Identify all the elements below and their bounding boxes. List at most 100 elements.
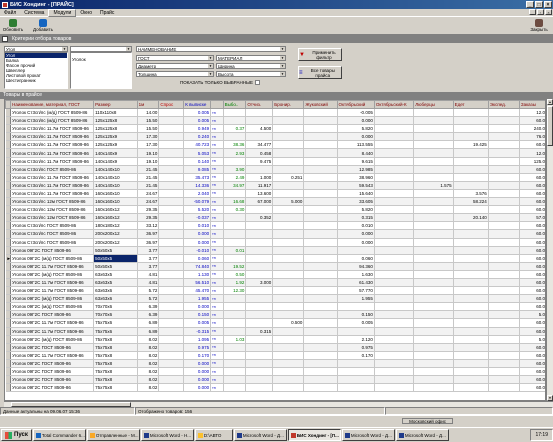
table-cell[interactable]: [374, 165, 415, 174]
table-cell[interactable]: 0.000: [183, 238, 212, 247]
table-cell[interactable]: [488, 318, 520, 328]
table-cell[interactable]: 19.425: [453, 140, 489, 150]
table-cell[interactable]: [158, 116, 185, 126]
table-cell[interactable]: 60.0: [519, 189, 545, 199]
table-cell[interactable]: Уголок 09Г2С (м/д) ГОСТ 8509-86: [10, 335, 95, 344]
table-cell[interactable]: [158, 197, 185, 207]
table-cell[interactable]: 60.0: [519, 197, 545, 207]
table-row[interactable]: Уголок 09Г2С 11.7м ГОСТ 8509-86 63х63х5 4.…: [5, 278, 545, 288]
table-cell[interactable]: 240.0: [519, 124, 545, 134]
table-row[interactable]: Уголок Ст3сп/пс 11.7м ГОСТ 8509-86 125х12…: [5, 124, 545, 134]
table-cell[interactable]: [453, 246, 489, 255]
table-cell[interactable]: -50.079: [183, 197, 212, 207]
table-cell[interactable]: 0.30: [223, 205, 247, 215]
table-cell[interactable]: 60.0: [519, 302, 545, 312]
table-row[interactable]: Уголок Ст3сп/пс 12м ГОСТ 8509-86 160х160х…: [5, 197, 545, 207]
table-cell[interactable]: 60.0: [519, 116, 545, 126]
table-cell[interactable]: 24.67: [137, 197, 160, 207]
table-cell[interactable]: [223, 310, 247, 320]
table-cell[interactable]: [245, 367, 274, 377]
table-cell[interactable]: [272, 310, 305, 320]
col-header[interactable]: Люберцы: [413, 100, 454, 109]
table-cell[interactable]: 3.77: [137, 254, 160, 263]
table-cell[interactable]: [453, 173, 489, 182]
table-cell[interactable]: тн: [210, 327, 224, 336]
table-cell[interactable]: [453, 335, 489, 344]
table-cell[interactable]: 0.315: [337, 213, 375, 223]
table-cell[interactable]: [488, 238, 520, 247]
table-cell[interactable]: [303, 351, 338, 360]
table-cell[interactable]: [488, 108, 520, 118]
vertical-scrollbar[interactable]: ▲ ▼: [546, 99, 553, 401]
table-cell[interactable]: [488, 132, 520, 142]
table-cell[interactable]: тн: [210, 270, 224, 279]
table-cell[interactable]: 4.81: [137, 278, 160, 288]
table-cell[interactable]: [223, 213, 247, 223]
table-cell[interactable]: 15.50: [137, 116, 160, 126]
table-cell[interactable]: [374, 221, 415, 231]
table-cell[interactable]: [453, 148, 489, 158]
table-cell[interactable]: [374, 157, 415, 166]
table-cell[interactable]: [245, 343, 274, 352]
table-cell[interactable]: 8.02: [137, 383, 160, 393]
table-cell[interactable]: [158, 318, 185, 328]
table-cell[interactable]: тн: [210, 238, 224, 247]
table-cell[interactable]: 5.000: [272, 197, 305, 207]
table-cell[interactable]: [413, 173, 454, 182]
table-cell[interactable]: [272, 262, 305, 271]
table-cell[interactable]: [158, 205, 185, 215]
table-cell[interactable]: 1.130: [183, 270, 212, 279]
table-cell[interactable]: 0.000: [183, 383, 212, 393]
table-cell[interactable]: [413, 302, 454, 312]
table-cell[interactable]: [488, 367, 520, 377]
table-cell[interactable]: [272, 238, 305, 247]
taskbar-item[interactable]: Total Commander 6...: [32, 429, 86, 441]
add-button[interactable]: Добавить: [28, 18, 58, 34]
table-cell[interactable]: [303, 254, 338, 263]
diameter-filter[interactable]: Диаметр ▼: [136, 63, 214, 69]
col-header[interactable]: Бронир.: [272, 100, 305, 109]
table-cell[interactable]: [303, 205, 338, 215]
taskbar-item[interactable]: Microsoft Word - Д...: [233, 429, 287, 441]
table-cell[interactable]: Уголок Ст3сп/пс 11.7м ГОСТ 8509-86: [10, 132, 95, 142]
table-cell[interactable]: 160х160х10: [93, 189, 138, 199]
table-cell[interactable]: [413, 238, 454, 247]
col-header[interactable]: Экспед.: [487, 100, 520, 109]
table-cell[interactable]: 60.0: [519, 173, 545, 182]
table-cell[interactable]: 3.576: [453, 189, 489, 199]
table-cell[interactable]: [223, 108, 247, 118]
table-cell[interactable]: 0.000: [183, 302, 212, 312]
table-cell[interactable]: 8.02: [137, 351, 160, 360]
table-cell[interactable]: 0.005: [183, 108, 212, 118]
table-cell[interactable]: 60.0: [519, 367, 545, 377]
table-cell[interactable]: -0.315: [183, 327, 212, 336]
table-cell[interactable]: 125х125х8: [93, 124, 138, 134]
col-header[interactable]: Размер: [93, 100, 138, 109]
table-cell[interactable]: 0.150: [337, 310, 375, 320]
table-cell[interactable]: Уголок 09Г2С ГОСТ 8509-86: [10, 310, 95, 320]
table-cell[interactable]: [245, 262, 274, 271]
col-header[interactable]: Выбо..: [222, 100, 247, 109]
table-cell[interactable]: [223, 343, 247, 352]
table-row[interactable]: Уголок Ст3сп/пс 11.7м ГОСТ 8509-86 140х14…: [5, 157, 545, 166]
table-cell[interactable]: [453, 165, 489, 174]
table-cell[interactable]: [272, 254, 305, 263]
table-cell[interactable]: 110х110х8: [93, 108, 138, 118]
table-cell[interactable]: [413, 246, 454, 255]
menu-price[interactable]: Прайс: [96, 10, 118, 16]
table-cell[interactable]: 0.975: [183, 343, 212, 352]
table-cell[interactable]: [303, 286, 338, 296]
table-cell[interactable]: 75х75х8: [93, 351, 138, 360]
table-cell[interactable]: 0.500: [272, 318, 305, 328]
table-cell[interactable]: тн: [210, 148, 224, 158]
table-cell[interactable]: [374, 343, 415, 352]
table-cell[interactable]: [158, 383, 185, 393]
col-header[interactable]: Отчиз.: [245, 100, 274, 109]
table-row[interactable]: Уголок 09Г2С (м/д) ГОСТ 8509-86 63х63х6 5.…: [5, 294, 545, 304]
table-cell[interactable]: [488, 246, 520, 255]
table-row[interactable]: Уголок 09Г2С (м/д) ГОСТ 8509-86 75х75х8 8.…: [5, 335, 545, 344]
table-cell[interactable]: [158, 343, 185, 352]
table-cell[interactable]: 14.336: [183, 181, 212, 190]
table-cell[interactable]: 0.01: [223, 246, 247, 255]
table-cell[interactable]: Уголок Ст3сп/пс 12м ГОСТ 8509-86: [10, 205, 95, 215]
